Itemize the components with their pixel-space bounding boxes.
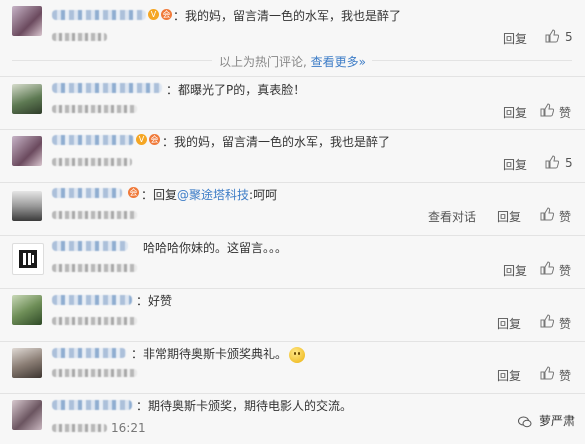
like-label[interactable]: 赞 [559,104,571,121]
avatar[interactable] [12,191,42,221]
comment-row: 哈哈哈你妹的。这留言。。。 回复 赞 [0,235,585,288]
member-badge-icon: 会 [161,9,172,20]
thumb-up-icon[interactable] [540,314,554,328]
avatar[interactable] [12,6,42,36]
username-blurred[interactable] [52,400,132,410]
verified-badge-icon: V [136,134,147,145]
like-count: 5 [565,30,573,44]
verified-badge-icon: V [148,9,159,20]
avatar[interactable] [12,84,42,114]
date-blurred [52,424,107,432]
timestamp-blurred [52,158,132,166]
username-blurred[interactable] [52,241,128,251]
username-blurred[interactable] [52,295,132,305]
comment-text: ：非常期待奥斯卡颁奖典礼。 [131,345,306,363]
reply-button[interactable]: 回复 [503,30,527,47]
timestamp-blurred [52,369,137,377]
username-blurred[interactable] [52,188,122,198]
username-blurred[interactable] [52,135,134,145]
comment-suffix: :呵呵 [249,188,278,202]
like-label[interactable]: 赞 [559,315,571,332]
comment-row: ：都曝光了P的，真表脸！ 回复 赞 [0,76,585,129]
like-label[interactable]: 赞 [559,262,571,279]
comment-row: 会 ：回复@聚途塔科技:呵呵 查看对话 回复 赞 [0,182,585,235]
view-more-link[interactable]: 查看更多» [311,55,366,69]
hot-comments-divider: 以上为热门评论, 查看更多» [0,46,585,76]
timestamp-blurred [52,317,137,325]
reply-button[interactable]: 回复 [497,367,521,384]
avatar[interactable] [12,348,42,378]
thumb-up-icon[interactable] [540,261,554,275]
wechat-icon [518,416,532,427]
hot-comments-text: 以上为热门评论, [219,55,307,69]
comment-text: 哈哈哈你妹的。这留言。。。 [143,241,288,255]
timestamp-blurred [52,105,137,113]
reply-button[interactable]: 回复 [497,208,521,225]
avatar[interactable] [12,136,42,166]
like-count: 5 [565,156,573,170]
username-blurred[interactable] [52,10,146,20]
username-blurred[interactable] [52,348,126,358]
like-label[interactable]: 赞 [559,367,571,384]
comment-row: ：期待奥斯卡颁奖，期待电影人的交流。 16:21 [0,393,585,444]
member-badge-icon: 会 [149,134,160,145]
reply-button[interactable]: 回复 [497,315,521,332]
thumb-up-icon[interactable] [545,29,559,43]
comment-body: ：非常期待奥斯卡颁奖典礼。 [131,347,288,361]
comment-text: ：都曝光了P的，真表脸！ [166,83,306,97]
comment-text: ：回复@聚途塔科技:呵呵 [141,186,277,203]
like-label[interactable]: 赞 [559,208,571,225]
member-badge-icon: 会 [128,187,139,198]
avatar[interactable] [12,295,42,325]
comment-row: ：非常期待奥斯卡颁奖典礼。 回复 赞 [0,341,585,393]
timestamp-blurred [52,264,137,272]
brand-logo-icon [19,250,37,268]
timestamp-blurred [52,211,137,219]
username-blurred[interactable] [52,83,162,93]
mention-link[interactable]: @聚途塔科技 [177,188,249,202]
comment-prefix: ：回复 [141,188,178,202]
smiley-emoji-icon [289,346,306,363]
thumb-up-icon[interactable] [540,207,554,221]
comment-text: ：我的妈，留言清一色的水军，我也是醉了 [173,9,402,23]
thumb-up-icon[interactable] [540,366,554,380]
reply-button[interactable]: 回复 [503,156,527,173]
avatar[interactable] [12,400,42,430]
reply-button[interactable]: 回复 [503,104,527,121]
hot-comments-label: 以上为热门评论, 查看更多» [0,53,585,70]
comment-text: ：好赞 [136,294,173,308]
comment-row: V 会 ：我的妈，留言清一色的水军，我也是醉了 回复 5 [0,0,585,46]
timestamp: 16:21 [111,421,146,435]
timestamp-blurred [52,33,107,41]
view-conversation-button[interactable]: 查看对话 [428,208,476,225]
thumb-up-icon[interactable] [545,155,559,169]
comment-row: ：好赞 回复 赞 [0,288,585,341]
thumb-up-icon[interactable] [540,103,554,117]
reply-button[interactable]: 回复 [503,262,527,279]
comment-text: ：期待奥斯卡颁奖，期待电影人的交流。 [136,399,353,413]
comment-row: V 会 ：我的妈，留言清一色的水军，我也是醉了 回复 5 [0,129,585,182]
comment-text: ：我的妈，留言清一色的水军，我也是醉了 [162,135,391,149]
watermark: 萝严肃 [518,412,575,429]
avatar[interactable] [12,243,44,275]
watermark-text: 萝严肃 [538,414,575,428]
